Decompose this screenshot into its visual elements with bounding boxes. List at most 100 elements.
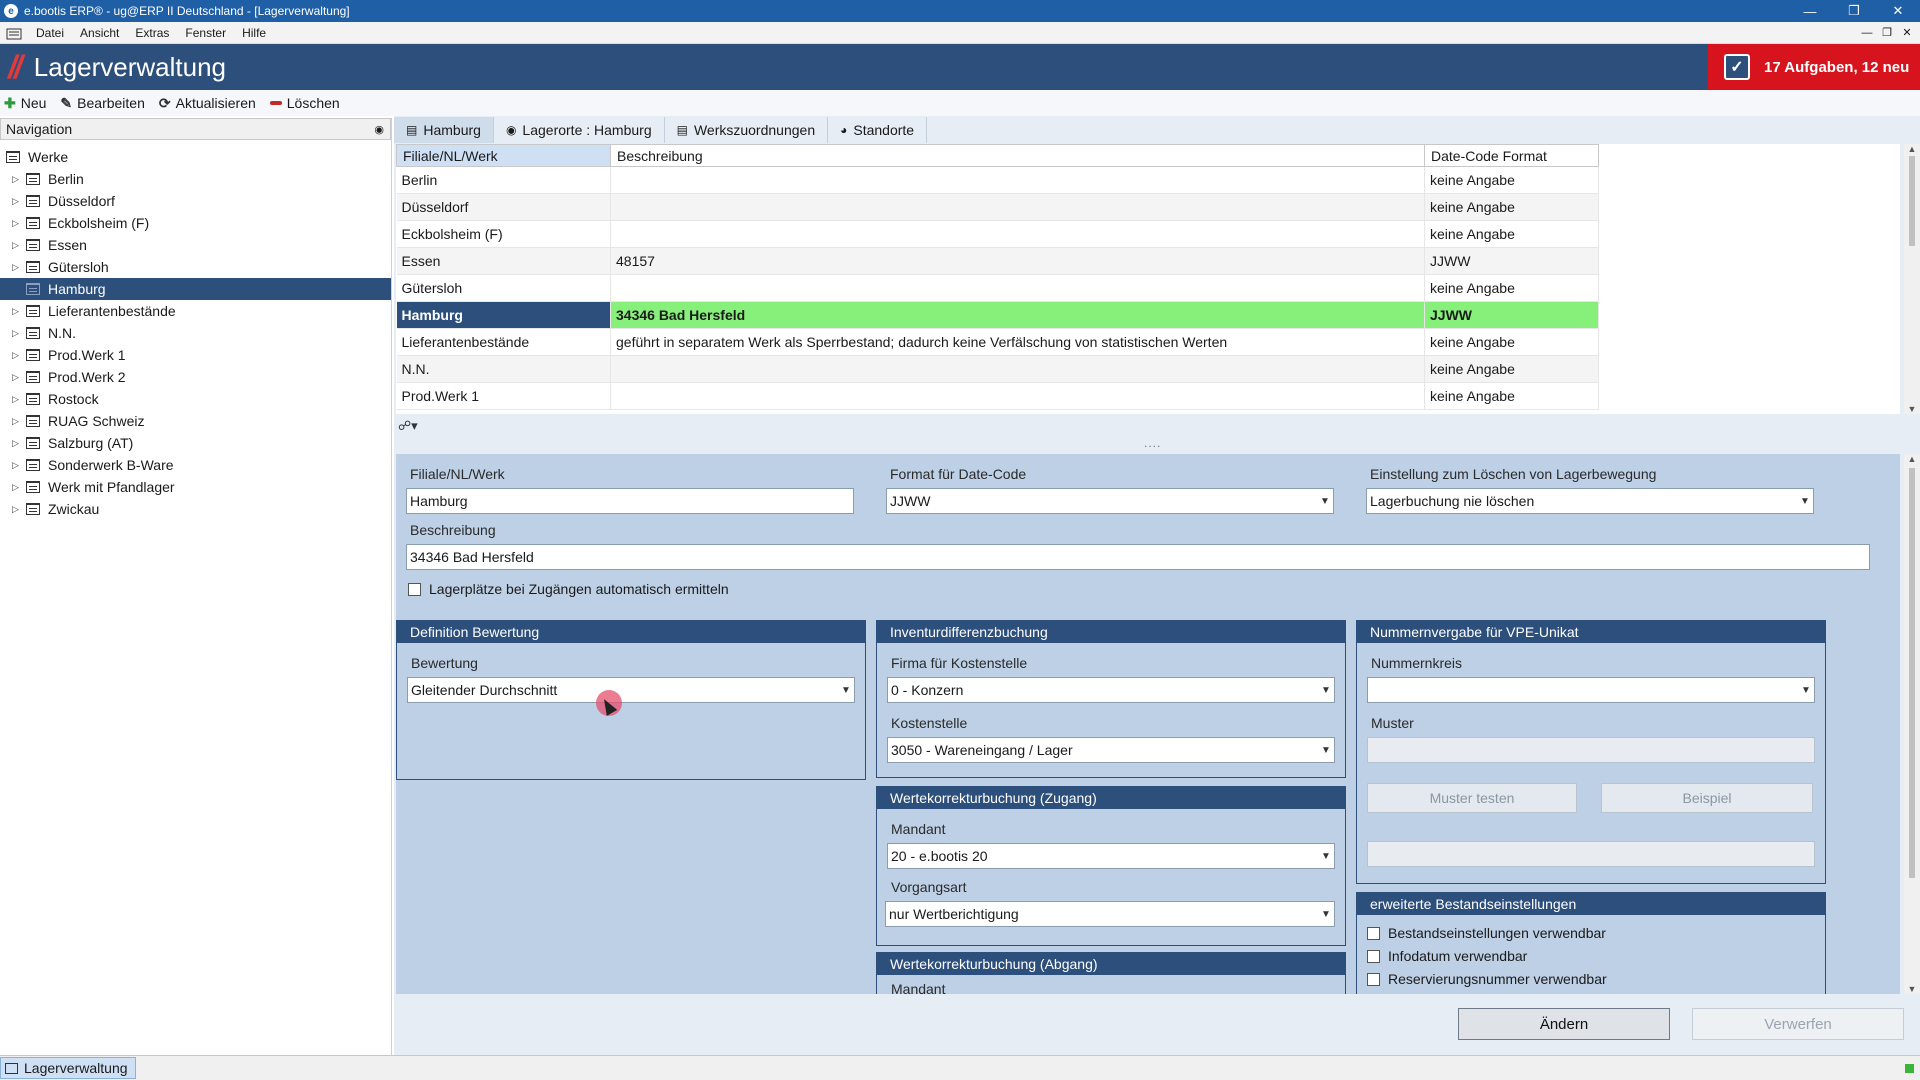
tree-node-duesseldorf[interactable]: ▷ Düsseldorf <box>0 190 391 212</box>
vorgangsart-select[interactable]: nur Wertberichtigung ▼ <box>885 901 1335 927</box>
bestand-opt1-checkbox[interactable]: Bestandseinstellungen verwendbar <box>1367 925 1606 941</box>
table-row[interactable]: Eckbolsheim (F) keine Angabe <box>396 220 1599 248</box>
mandant-select[interactable]: 20 - e.bootis 20 ▼ <box>887 843 1335 869</box>
mdi-close-icon[interactable]: ✕ <box>1900 26 1914 40</box>
grid-options-icon[interactable]: ☍▾ <box>398 418 418 434</box>
menu-extras[interactable]: Extras <box>127 26 177 40</box>
kostenstelle-select[interactable]: 3050 - Wareneingang / Lager ▼ <box>887 737 1335 763</box>
column-header-datecode[interactable]: Date-Code Format <box>1424 144 1599 167</box>
tree-root-werke[interactable]: Werke <box>0 146 391 168</box>
tree-node-pfandlager[interactable]: ▷ Werk mit Pfandlager <box>0 476 391 498</box>
minimize-icon[interactable]: — <box>1788 0 1832 22</box>
tree-node-eckbolsheim[interactable]: ▷ Eckbolsheim (F) <box>0 212 391 234</box>
expand-icon[interactable]: ▷ <box>12 438 22 449</box>
tree-node-rostock[interactable]: ▷ Rostock <box>0 388 391 410</box>
tree-node-prodwerk1[interactable]: ▷ Prod.Werk 1 <box>0 344 391 366</box>
window-tab-lagerverwaltung[interactable]: Lagerverwaltung <box>0 1057 136 1079</box>
tab-lagerorte[interactable]: ◉ Lagerorte : Hamburg <box>494 117 665 143</box>
tree-node-salzburg[interactable]: ▷ Salzburg (AT) <box>0 432 391 454</box>
table-row[interactable]: Düsseldorf keine Angabe <box>396 193 1599 221</box>
edit-button[interactable]: ✎ Bearbeiten <box>60 95 144 112</box>
mdi-minimize-icon[interactable]: — <box>1860 26 1874 40</box>
menu-fenster[interactable]: Fenster <box>177 26 234 40</box>
beispiel-button[interactable]: Beispiel <box>1601 783 1813 813</box>
expand-icon[interactable]: ▷ <box>12 306 22 317</box>
bewertung-select[interactable]: Gleitender Durchschnitt ▼ <box>407 677 855 703</box>
tree-node-lieferantenbestaende[interactable]: ▷ Lieferantenbestände <box>0 300 391 322</box>
tree-node-berlin[interactable]: ▷ Berlin <box>0 168 391 190</box>
delete-button[interactable]: Löschen <box>269 95 340 111</box>
scroll-up-icon[interactable]: ▲ <box>1908 454 1917 464</box>
tab-hamburg[interactable]: ▤ Hamburg <box>394 117 494 143</box>
tree-node-ruag-schweiz[interactable]: ▷ RUAG Schweiz <box>0 410 391 432</box>
beschreibung-field[interactable]: 34346 Bad Hersfeld <box>406 544 1870 570</box>
form-scrollbar[interactable]: ▲ ▼ <box>1904 454 1920 994</box>
aendern-button[interactable]: Ändern <box>1458 1008 1670 1040</box>
bestand-opt3-checkbox[interactable]: Reservierungsnummer verwendbar <box>1367 971 1607 987</box>
tree-node-essen[interactable]: ▷ Essen <box>0 234 391 256</box>
table-row[interactable]: Essen 48157 JJWW <box>396 247 1599 275</box>
refresh-button[interactable]: ⟳ Aktualisieren <box>159 95 256 112</box>
checkbox-box[interactable] <box>1367 926 1380 940</box>
column-header-beschreibung[interactable]: Beschreibung <box>610 144 1425 167</box>
expand-icon[interactable]: ▷ <box>12 218 22 229</box>
tasks-badge[interactable]: ✓ 17 Aufgaben, 12 neu <box>1708 44 1920 90</box>
scroll-up-icon[interactable]: ▲ <box>1908 144 1917 154</box>
checkbox-box[interactable] <box>1367 949 1380 963</box>
expand-icon[interactable]: ▷ <box>12 328 22 339</box>
expand-icon[interactable]: ▷ <box>12 240 22 251</box>
grid-scroll-thumb[interactable] <box>1909 156 1915 246</box>
tree-node-label: Werke <box>28 149 69 165</box>
expand-icon[interactable]: ▷ <box>12 504 22 515</box>
panel-splitter[interactable]: .... <box>1144 436 1161 450</box>
mdi-restore-icon[interactable]: ❐ <box>1880 26 1894 40</box>
verwerfen-button[interactable]: Verwerfen <box>1692 1008 1904 1040</box>
cell-beschreibung: 34346 Bad Hersfeld <box>610 301 1425 329</box>
maximize-icon[interactable]: ❐ <box>1832 0 1876 22</box>
column-header-werk[interactable]: Filiale/NL/Werk <box>396 144 611 167</box>
tree-node-prodwerk2[interactable]: ▷ Prod.Werk 2 <box>0 366 391 388</box>
grid-scrollbar[interactable]: ▲ ▼ <box>1904 144 1920 414</box>
firma-select[interactable]: 0 - Konzern ▼ <box>887 677 1335 703</box>
scroll-down-icon[interactable]: ▼ <box>1908 404 1917 414</box>
muster-testen-button[interactable]: Muster testen <box>1367 783 1577 813</box>
checkbox-box[interactable] <box>408 582 421 596</box>
tree-node-nn[interactable]: ▷ N.N. <box>0 322 391 344</box>
new-button[interactable]: ✚ Neu <box>4 95 46 112</box>
loeschen-select[interactable]: Lagerbuchung nie löschen ▼ <box>1366 488 1814 514</box>
table-row[interactable]: Lieferantenbestände geführt in separatem … <box>396 328 1599 356</box>
form-scroll-thumb[interactable] <box>1909 468 1915 878</box>
tree-node-hamburg[interactable]: Hamburg <box>0 278 391 300</box>
tree-node-zwickau[interactable]: ▷ Zwickau <box>0 498 391 520</box>
bestand-opt2-checkbox[interactable]: Infodatum verwendbar <box>1367 948 1527 964</box>
tree-node-sonderwerk[interactable]: ▷ Sonderwerk B-Ware <box>0 454 391 476</box>
table-row[interactable]: Berlin keine Angabe <box>396 166 1599 194</box>
expand-icon[interactable]: ▷ <box>12 482 22 493</box>
menu-ansicht[interactable]: Ansicht <box>72 26 127 40</box>
scroll-down-icon[interactable]: ▼ <box>1908 984 1917 994</box>
menu-hilfe[interactable]: Hilfe <box>234 26 274 40</box>
tab-werkszuordnungen[interactable]: ▤ Werkszuordnungen <box>665 117 829 143</box>
expand-icon[interactable]: ▷ <box>12 262 22 273</box>
table-row[interactable]: Prod.Werk 1 keine Angabe <box>396 382 1599 410</box>
close-icon[interactable]: ✕ <box>1876 0 1920 22</box>
datecode-select[interactable]: JJWW ▼ <box>886 488 1334 514</box>
table-row[interactable]: Gütersloh keine Angabe <box>396 274 1599 302</box>
expand-icon[interactable]: ▷ <box>12 460 22 471</box>
pin-icon[interactable]: ◉ <box>374 123 384 136</box>
expand-icon[interactable]: ▷ <box>12 372 22 383</box>
expand-icon[interactable]: ▷ <box>12 416 22 427</box>
menu-datei[interactable]: Datei <box>28 26 72 40</box>
table-row-selected[interactable]: Hamburg 34346 Bad Hersfeld JJWW <box>396 301 1599 329</box>
expand-icon[interactable]: ▷ <box>12 174 22 185</box>
tree-node-guetersloh[interactable]: ▷ Gütersloh <box>0 256 391 278</box>
expand-icon[interactable]: ▷ <box>12 394 22 405</box>
expand-icon[interactable]: ▷ <box>12 196 22 207</box>
nummernkreis-select[interactable]: ▼ <box>1367 677 1815 703</box>
table-row[interactable]: N.N. keine Angabe <box>396 355 1599 383</box>
tab-standorte[interactable]: ◕ Standorte <box>828 117 928 143</box>
expand-icon[interactable]: ▷ <box>12 350 22 361</box>
checkbox-box[interactable] <box>1367 972 1380 986</box>
auto-lagerplaetze-checkbox[interactable]: Lagerplätze bei Zugängen automatisch erm… <box>408 581 729 597</box>
werk-field[interactable]: Hamburg <box>406 488 854 514</box>
